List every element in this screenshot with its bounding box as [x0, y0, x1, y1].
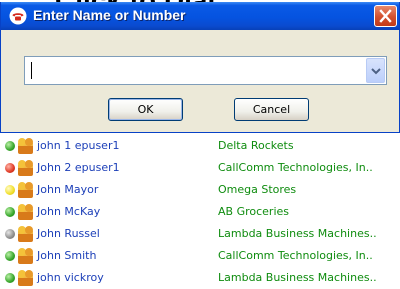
- contact-card-icon: [16, 269, 36, 287]
- contact-list: john 1 epuser1 Delta Rockets John 2 epus…: [0, 133, 400, 289]
- cancel-button[interactable]: Cancel: [234, 98, 309, 121]
- status-dot-offline-icon: [5, 229, 15, 239]
- status-dot-available-icon: [5, 207, 15, 217]
- status-dot-away-icon: [5, 185, 15, 195]
- status-dot-busy-icon: [5, 163, 15, 173]
- contact-card-icon: [16, 137, 36, 155]
- list-item[interactable]: John Smith CallComm Technologies, In..: [0, 245, 400, 267]
- contact-name: john vickroy: [37, 271, 104, 284]
- contact-company: Lambda Business Machines..: [218, 227, 377, 240]
- list-item[interactable]: john 1 epuser1 Delta Rockets: [0, 135, 400, 157]
- status-dot-available-icon: [5, 141, 15, 151]
- contact-name: John McKay: [37, 205, 101, 218]
- contact-name: John 2 epuser1: [37, 161, 120, 174]
- contact-company: AB Groceries: [218, 205, 289, 218]
- contact-card-icon: [16, 159, 36, 177]
- contact-card-icon: [16, 181, 36, 199]
- contact-company: Delta Rockets: [218, 139, 294, 152]
- name-or-number-combobox[interactable]: [24, 56, 387, 85]
- contact-card-icon: [16, 247, 36, 265]
- contact-company: CallComm Technologies, In..: [218, 249, 373, 262]
- contact-company: CallComm Technologies, In..: [218, 161, 373, 174]
- dropdown-button[interactable]: [366, 58, 385, 83]
- enter-name-dialog: Enter Name or Number OK Cancel: [0, 2, 400, 133]
- close-button[interactable]: [374, 5, 397, 27]
- name-or-number-input[interactable]: [27, 59, 365, 82]
- list-item[interactable]: John Mayor Omega Stores: [0, 179, 400, 201]
- contact-name: john 1 epuser1: [37, 139, 120, 152]
- contact-company: Omega Stores: [218, 183, 297, 196]
- contact-card-icon: [16, 203, 36, 221]
- close-icon: [379, 9, 392, 23]
- chevron-down-icon: [371, 68, 381, 75]
- list-item[interactable]: john vickroy Lambda Business Machines..: [0, 267, 400, 289]
- dialog-titlebar[interactable]: Enter Name or Number: [1, 2, 399, 30]
- telephone-icon: [9, 7, 27, 25]
- status-dot-available-icon: [5, 251, 15, 261]
- ok-button[interactable]: OK: [108, 98, 183, 121]
- contact-card-icon: [16, 225, 36, 243]
- contact-company: Lambda Business Machines..: [218, 271, 377, 284]
- text-caret: [31, 62, 32, 79]
- list-item[interactable]: John McKay AB Groceries: [0, 201, 400, 223]
- status-dot-available-icon: [5, 273, 15, 283]
- contact-name: John Russel: [37, 227, 100, 240]
- list-item[interactable]: John 2 epuser1 CallComm Technologies, In…: [0, 157, 400, 179]
- dialog-title: Enter Name or Number: [33, 7, 186, 23]
- contact-name: John Mayor: [37, 183, 99, 196]
- list-item[interactable]: John Russel Lambda Business Machines..: [0, 223, 400, 245]
- contact-name: John Smith: [37, 249, 97, 262]
